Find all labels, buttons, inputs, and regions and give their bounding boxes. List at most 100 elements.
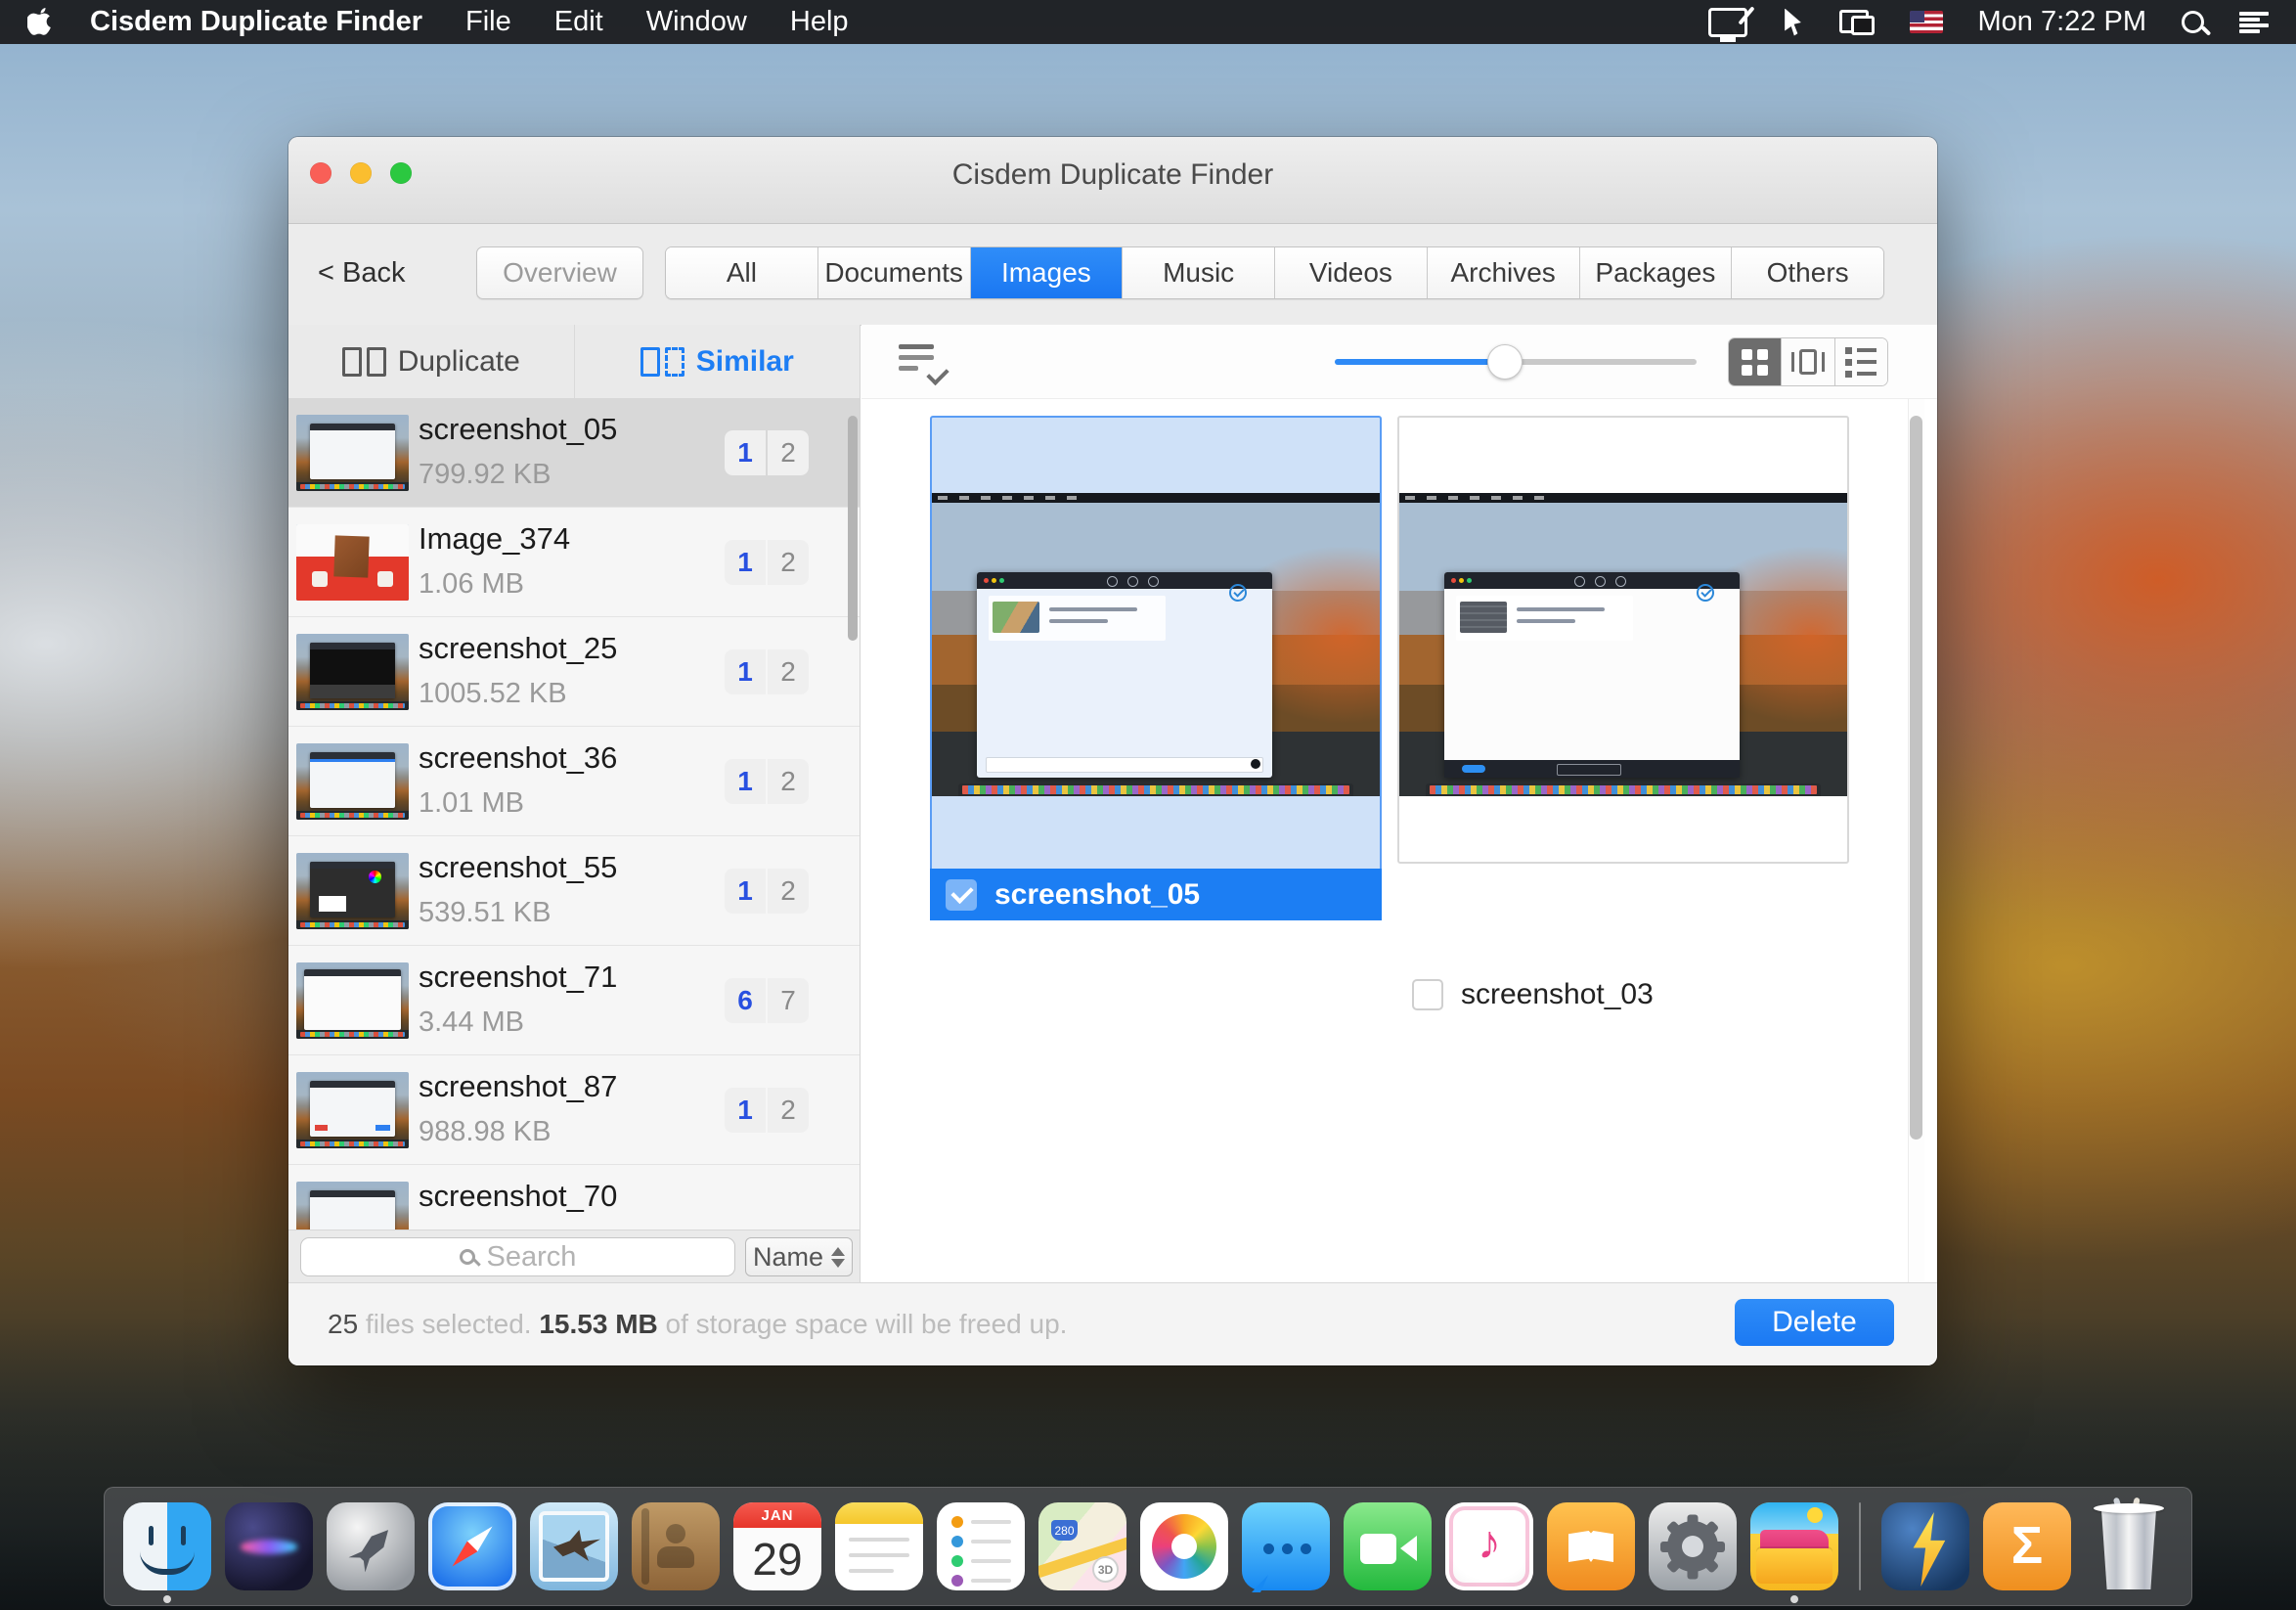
desktop: Cisdem Duplicate Finder File Edit Window He… [0,0,2296,1610]
item-thumbnail [296,524,409,601]
menubar-clock[interactable]: Mon 7:22 PM [1978,6,2146,38]
overview-button[interactable]: Overview [476,246,643,299]
card-checkbox-checked[interactable] [946,879,977,911]
image-card-screenshot_03[interactable] [1397,416,1849,864]
dock-finder[interactable] [120,1499,214,1593]
delete-button[interactable]: Delete [1735,1299,1894,1346]
dock-contacts[interactable] [629,1499,723,1593]
menu-window[interactable]: Window [646,6,747,38]
filter-documents[interactable]: Documents [818,247,971,298]
finder-icon [123,1502,211,1590]
dock-calendar[interactable]: JAN29 [730,1499,824,1593]
list-item-screenshot_05[interactable]: screenshot_05 799.92 KB 1 2 [288,398,860,508]
menubar-app-name[interactable]: Cisdem Duplicate Finder [90,6,422,38]
sort-selected-value: Name [753,1242,823,1273]
mode-tabs: Duplicate Similar [288,325,860,399]
itunes-icon [1445,1502,1533,1590]
menu-file[interactable]: File [465,6,511,38]
search-input[interactable]: Search [300,1237,735,1276]
safari-icon [428,1502,516,1590]
spotlight-icon[interactable] [2182,11,2204,33]
item-name: screenshot_25 [419,631,617,666]
filter-others[interactable]: Others [1732,247,1883,298]
image-card-screenshot_05[interactable]: screenshot_05 [930,416,1382,920]
list-item-screenshot_55[interactable]: screenshot_55 539.51 KB 1 2 [288,836,860,946]
selection-count-badge[interactable]: 1 2 [725,540,809,585]
dock-ibooks[interactable] [1544,1499,1638,1593]
displays-icon[interactable] [1839,10,1875,35]
facetime-icon [1344,1502,1432,1590]
reminders-icon [937,1502,1025,1590]
dock-notes[interactable] [832,1499,926,1593]
pointer-icon[interactable] [1783,9,1804,36]
dock-facetime[interactable] [1341,1499,1435,1593]
dock-launchpad[interactable] [324,1499,418,1593]
sort-dropdown[interactable]: Name [745,1237,853,1276]
title-bar[interactable]: Cisdem Duplicate Finder [288,137,1937,224]
list-item-screenshot_70[interactable]: screenshot_70 [288,1165,860,1230]
slider-thumb[interactable] [1487,344,1523,380]
filter-music[interactable]: Music [1123,247,1275,298]
dock-mail[interactable] [527,1499,621,1593]
apple-menu-icon[interactable] [27,8,57,37]
notification-center-icon[interactable] [2239,12,2269,33]
list-item-screenshot_36[interactable]: screenshot_36 1.01 MB 1 2 [288,727,860,836]
search-row: Search Name [288,1230,860,1283]
trash-icon [2097,1507,2160,1589]
dock-reminders[interactable] [934,1499,1028,1593]
selected-count: 1 [725,869,766,914]
dock-siri[interactable] [222,1499,316,1593]
selected-count: 1 [725,430,766,475]
list-item-screenshot_25[interactable]: screenshot_25 1005.52 KB 1 2 [288,617,860,727]
menu-edit[interactable]: Edit [554,6,603,38]
app-window: Cisdem Duplicate Finder < Back Overview … [288,137,1937,1365]
dock-photos[interactable] [1137,1499,1231,1593]
filter-all[interactable]: All [666,247,818,298]
selection-count-badge[interactable]: 1 2 [725,759,809,804]
dock-messages[interactable] [1239,1499,1333,1593]
dock-cisdem-converter[interactable] [1878,1499,1972,1593]
selection-count-badge[interactable]: 6 7 [725,978,809,1023]
dock-cisdem-duplicate-finder[interactable] [1747,1499,1841,1593]
filter-archives[interactable]: Archives [1428,247,1580,298]
selection-count-badge[interactable]: 1 2 [725,869,809,914]
dock-trash[interactable] [2082,1499,2176,1593]
selection-count-badge[interactable]: 1 2 [725,649,809,694]
window-footer: 25 files selected. 15.53 MB of storage s… [288,1282,1937,1365]
results-sidebar: Duplicate Similar screenshot_05 799.92 K… [288,325,861,1283]
filter-packages[interactable]: Packages [1580,247,1733,298]
thumbnail-size-slider[interactable] [1335,344,1697,380]
dock-sigma-app[interactable]: Σ [1980,1499,2074,1593]
list-item-screenshot_71[interactable]: screenshot_71 3.44 MB 6 7 [288,946,860,1055]
dock-safari[interactable] [425,1499,519,1593]
toolbar: < Back Overview AllDocumentsImagesMusicV… [288,224,1937,326]
tab-duplicate[interactable]: Duplicate [288,325,575,398]
carousel-view-button[interactable] [1782,338,1834,385]
back-button[interactable]: < Back [318,257,405,290]
list-scrollbar[interactable] [848,416,858,641]
us-flag-icon[interactable] [1910,11,1943,33]
filter-videos[interactable]: Videos [1275,247,1428,298]
notes-icon [835,1502,923,1590]
dock-itunes[interactable] [1442,1499,1536,1593]
tab-label: Similar [696,345,794,379]
sidecar-display-icon[interactable] [1708,8,1747,37]
selection-count-badge[interactable]: 1 2 [725,1088,809,1133]
selection-count-badge[interactable]: 1 2 [725,430,809,475]
menu-help[interactable]: Help [790,6,849,38]
grid-view-button[interactable] [1729,338,1782,385]
grid-scrollbar[interactable] [1910,416,1922,1140]
list-view-button[interactable] [1835,338,1887,385]
dock-system-preferences[interactable] [1646,1499,1740,1593]
total-count: 2 [768,540,809,585]
tab-similar[interactable]: Similar [575,325,861,398]
select-all-icon[interactable] [899,341,949,382]
photos-icon [1140,1502,1228,1590]
item-size: 988.98 KB [419,1116,551,1148]
list-item-Image_374[interactable]: Image_374 1.06 MB 1 2 [288,508,860,617]
filter-images[interactable]: Images [971,247,1124,298]
list-item-screenshot_87[interactable]: screenshot_87 988.98 KB 1 2 [288,1055,860,1165]
card-filename: screenshot_05 [994,878,1200,912]
card-checkbox-unchecked[interactable] [1412,979,1443,1010]
dock-maps[interactable]: 2803D [1036,1499,1129,1593]
